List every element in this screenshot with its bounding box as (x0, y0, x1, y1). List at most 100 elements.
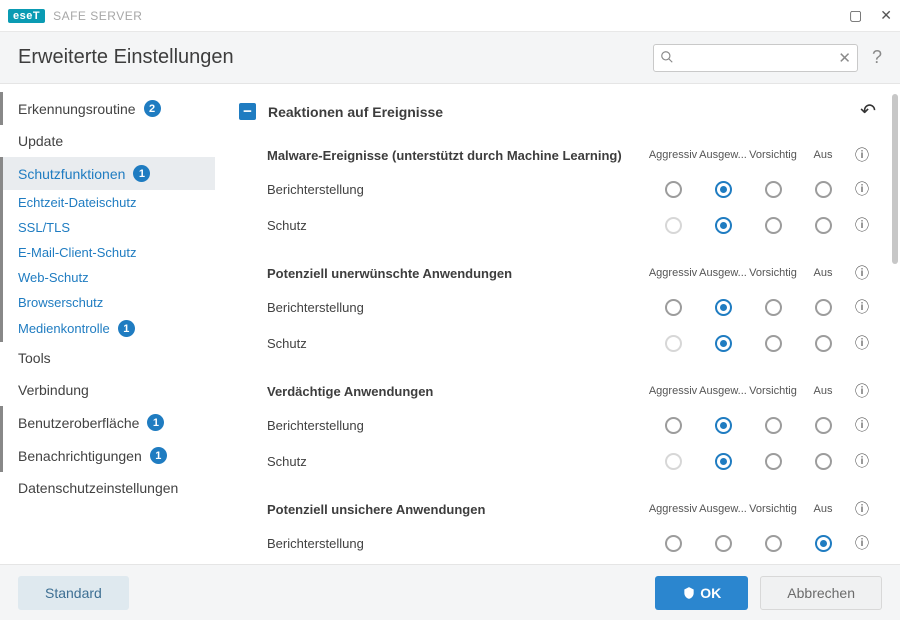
sidebar-sub-echtzeit[interactable]: Echtzeit-Dateischutz (0, 190, 215, 215)
radio-option[interactable] (765, 181, 782, 198)
sidebar-item-label: Schutzfunktionen (18, 166, 125, 182)
row-label: Berichterstellung (267, 300, 648, 315)
radio-option[interactable] (665, 299, 682, 316)
radio-option[interactable] (715, 335, 732, 352)
radio-option[interactable] (715, 299, 732, 316)
sidebar-sub-ssl[interactable]: SSL/TLS (0, 215, 215, 240)
column-label: Aggressiv (648, 149, 698, 161)
sidebar-sub-medien[interactable]: Medienkontrolle 1 (0, 315, 215, 342)
search-icon (660, 50, 674, 67)
standard-button[interactable]: Standard (18, 576, 129, 610)
info-icon[interactable]: ⓘ (848, 215, 876, 235)
info-icon[interactable]: ⓘ (848, 145, 876, 165)
column-label: Ausgew... (698, 503, 748, 515)
radio-option[interactable] (765, 417, 782, 434)
sidebar: Erkennungsroutine 2 Update Schutzfunktio… (0, 84, 215, 564)
group-title: Malware-Ereignisse (unterstützt durch Ma… (267, 148, 648, 163)
content-pane: − Reaktionen auf Ereignisse ↶ Malware-Er… (215, 84, 900, 564)
column-label: Ausgew... (698, 385, 748, 397)
radio-option[interactable] (665, 417, 682, 434)
footer: Standard OK Abbrechen (0, 564, 900, 620)
search-input[interactable] (653, 44, 858, 72)
shield-icon (682, 586, 696, 600)
radio-option[interactable] (765, 299, 782, 316)
row-label: Schutz (267, 336, 648, 351)
radio-option[interactable] (765, 217, 782, 234)
sidebar-item-verbindung[interactable]: Verbindung (0, 374, 215, 406)
clear-search-icon[interactable]: ✕ (838, 49, 851, 67)
info-icon[interactable]: ⓘ (848, 415, 876, 435)
help-icon[interactable]: ? (872, 47, 882, 68)
info-icon[interactable]: ⓘ (848, 333, 876, 353)
column-label: Aus (798, 267, 848, 279)
column-label: Aggressiv (648, 267, 698, 279)
info-icon[interactable]: ⓘ (848, 533, 876, 553)
sidebar-sub-web[interactable]: Web-Schutz (0, 265, 215, 290)
radio-option[interactable] (815, 453, 832, 470)
sidebar-sub-browser[interactable]: Browserschutz (0, 290, 215, 315)
window-maximize-icon[interactable]: ▢ (849, 7, 862, 24)
brand-logo: eseT (8, 9, 45, 23)
sidebar-item-update[interactable]: Update (0, 125, 215, 157)
sidebar-badge: 2 (144, 100, 161, 117)
radio-option[interactable] (815, 181, 832, 198)
column-label: Ausgew... (698, 149, 748, 161)
info-icon[interactable]: ⓘ (848, 499, 876, 519)
group-title: Potenziell unerwünschte Anwendungen (267, 266, 648, 281)
scrollbar[interactable] (892, 94, 898, 264)
radio-option[interactable] (815, 535, 832, 552)
collapse-icon[interactable]: − (239, 103, 256, 120)
info-icon[interactable]: ⓘ (848, 297, 876, 317)
info-icon[interactable]: ⓘ (848, 179, 876, 199)
ok-button[interactable]: OK (655, 576, 748, 610)
radio-option[interactable] (765, 335, 782, 352)
sidebar-badge: 1 (147, 414, 164, 431)
radio-option[interactable] (765, 453, 782, 470)
sidebar-badge: 1 (133, 165, 150, 182)
sidebar-item-schutzfunktionen[interactable]: Schutzfunktionen 1 (0, 157, 215, 190)
sidebar-item-erkennungsroutine[interactable]: Erkennungsroutine 2 (0, 92, 215, 125)
sidebar-badge: 1 (150, 447, 167, 464)
radio-option[interactable] (765, 535, 782, 552)
column-label: Aus (798, 385, 848, 397)
cancel-button[interactable]: Abbrechen (760, 576, 882, 610)
radio-option[interactable] (715, 417, 732, 434)
radio-option (665, 453, 682, 470)
radio-option[interactable] (715, 217, 732, 234)
group-title: Verdächtige Anwendungen (267, 384, 648, 399)
sidebar-item-benutzeroberflaeche[interactable]: Benutzeroberfläche 1 (0, 406, 215, 439)
info-icon[interactable]: ⓘ (848, 263, 876, 283)
radio-option[interactable] (665, 535, 682, 552)
window-close-icon[interactable]: ✕ (880, 7, 892, 24)
radio-option[interactable] (815, 217, 832, 234)
undo-icon[interactable]: ↶ (860, 100, 876, 123)
sidebar-item-tools[interactable]: Tools (0, 342, 215, 374)
column-label: Aggressiv (648, 385, 698, 397)
column-label: Vorsichtig (748, 149, 798, 161)
info-icon[interactable]: ⓘ (848, 381, 876, 401)
section-title: Reaktionen auf Ereignisse (268, 104, 443, 120)
radio-option[interactable] (715, 453, 732, 470)
sidebar-item-datenschutz[interactable]: Datenschutzeinstellungen (0, 472, 215, 504)
sidebar-sub-email[interactable]: E-Mail-Client-Schutz (0, 240, 215, 265)
sidebar-item-benachrichtigungen[interactable]: Benachrichtigungen 1 (0, 439, 215, 472)
column-label: Aus (798, 503, 848, 515)
radio-option[interactable] (715, 181, 732, 198)
column-label: Vorsichtig (748, 267, 798, 279)
row-label: Berichterstellung (267, 418, 648, 433)
sidebar-item-label: Update (18, 133, 63, 149)
column-label: Vorsichtig (748, 385, 798, 397)
radio-option[interactable] (815, 299, 832, 316)
radio-option[interactable] (815, 335, 832, 352)
row-label: Berichterstellung (267, 182, 648, 197)
radio-option (665, 217, 682, 234)
radio-option[interactable] (715, 535, 732, 552)
search-wrap: ✕ (653, 44, 858, 72)
radio-option[interactable] (665, 181, 682, 198)
column-label: Aggressiv (648, 503, 698, 515)
radio-option[interactable] (815, 417, 832, 434)
column-label: Aus (798, 149, 848, 161)
row-label: Berichterstellung (267, 536, 648, 551)
info-icon[interactable]: ⓘ (848, 451, 876, 471)
header: Erweiterte Einstellungen ✕ ? (0, 32, 900, 84)
